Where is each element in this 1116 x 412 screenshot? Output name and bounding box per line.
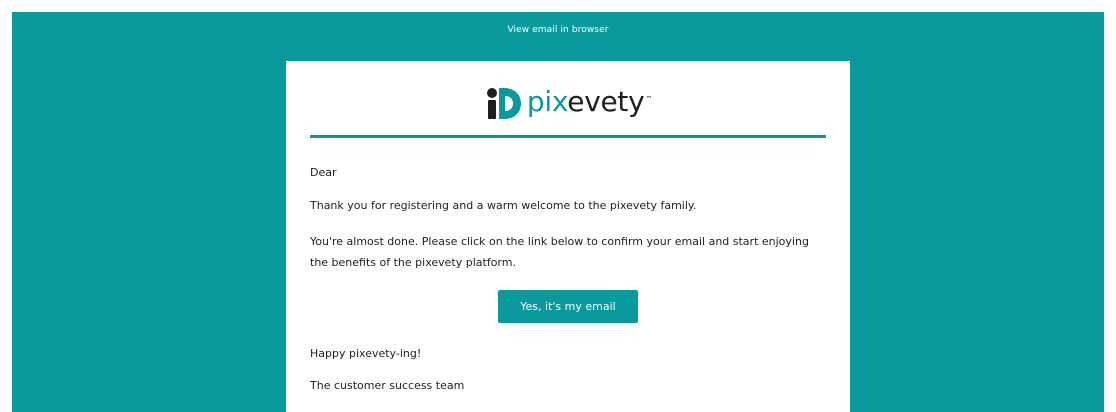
intro-text: Thank you for registering and a warm wel… — [310, 199, 697, 212]
brand-wordmark-suffix: evety — [567, 84, 645, 118]
trademark-symbol: ™ — [645, 94, 653, 103]
confirm-email-button[interactable]: Yes, it's my email — [498, 290, 638, 323]
signature-text: The customer success team — [310, 379, 465, 392]
view-in-browser-link[interactable]: View email in browser — [0, 25, 1116, 35]
instructions-text: You're almost done. Please click on the … — [310, 235, 809, 269]
brand-wordmark-prefix: pix — [526, 84, 568, 118]
email-page: View email in browser pixevety™ Dear Tha… — [0, 0, 1116, 412]
id-mark-icon — [486, 88, 521, 119]
email-card: pixevety™ Dear Thank you for registering… — [286, 61, 850, 412]
signoff-text: Happy pixevety-ing! — [310, 347, 422, 360]
greeting-text: Dear — [310, 166, 337, 179]
header-divider — [310, 135, 826, 138]
brand-wordmark: pixevety™ — [527, 85, 652, 118]
brand-logo: pixevety™ — [286, 81, 850, 123]
